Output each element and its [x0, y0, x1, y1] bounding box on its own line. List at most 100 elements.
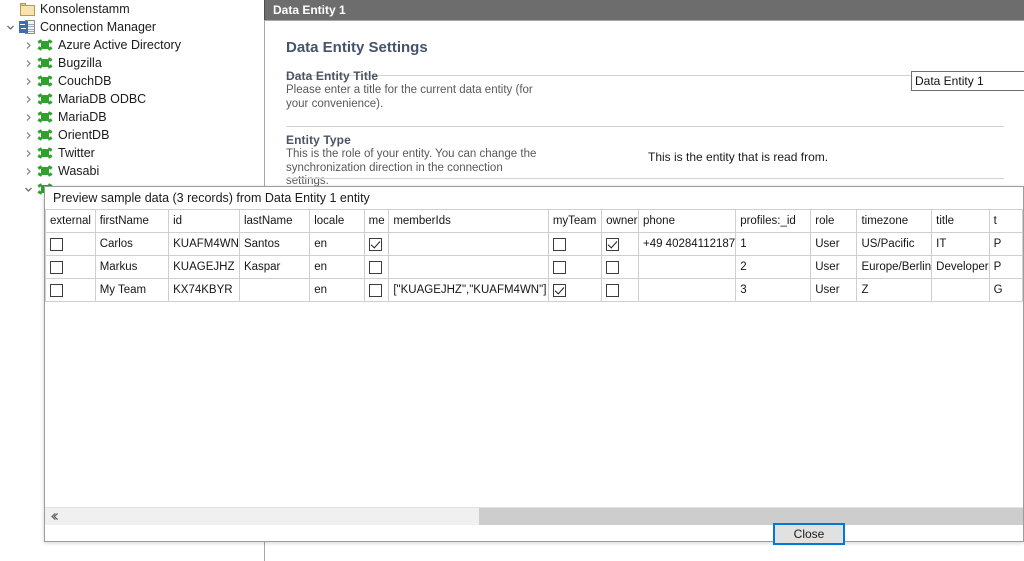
tree-item-couchdb[interactable]: CouchDB [0, 72, 264, 90]
cell-myTeam-checkbox[interactable] [548, 233, 601, 256]
chevron-down-icon[interactable] [21, 180, 36, 198]
tree-item-bugzilla[interactable]: Bugzilla [0, 54, 264, 72]
cell-me-checkbox[interactable] [364, 256, 389, 279]
cell-profiles_id[interactable]: 1 [736, 233, 811, 256]
column-header[interactable]: title [932, 210, 989, 233]
cell-t[interactable]: P [989, 233, 1022, 256]
preview-table-header: externalfirstNameidlastNamelocalememembe… [46, 210, 1023, 233]
chevron-right-icon[interactable] [21, 144, 36, 162]
cell-me-checkbox[interactable] [364, 233, 389, 256]
cell-title[interactable]: IT [932, 233, 989, 256]
section-desc-entity-type: This is the role of your entity. You can… [286, 148, 541, 189]
column-header[interactable]: t [989, 210, 1022, 233]
cell-role[interactable]: User [811, 233, 857, 256]
cell-lastName[interactable] [239, 279, 309, 302]
cell-external-checkbox[interactable] [46, 279, 96, 302]
sample-data-preview-dialog: Preview sample data (3 records) from Dat… [44, 186, 1024, 542]
cell-firstName[interactable]: Markus [95, 256, 168, 279]
cell-phone[interactable] [638, 256, 735, 279]
column-header[interactable]: phone [638, 210, 735, 233]
tree-item-azure-active-directory[interactable]: Azure Active Directory [0, 36, 264, 54]
cell-memberIds[interactable] [389, 233, 549, 256]
cell-owner-checkbox[interactable] [602, 233, 639, 256]
chevron-down-icon[interactable] [3, 18, 18, 36]
cell-timezone[interactable]: Europe/Berlin [857, 256, 932, 279]
data-entity-title-input[interactable] [911, 71, 1024, 91]
cell-id[interactable]: KUAGEJHZ [169, 256, 240, 279]
tree-twisty-placeholder [3, 0, 18, 18]
column-header[interactable]: profiles:_id [736, 210, 811, 233]
cell-external-checkbox[interactable] [46, 233, 96, 256]
cell-external-checkbox[interactable] [46, 256, 96, 279]
cell-me-checkbox[interactable] [364, 279, 389, 302]
preview-table-body: CarlosKUAFM4WNSantosen +49 402841121871Us… [46, 233, 1023, 302]
tree-item-twitter[interactable]: Twitter [0, 144, 264, 162]
cell-title[interactable]: Developer [932, 256, 989, 279]
tree-item-wasabi[interactable]: Wasabi [0, 162, 264, 180]
cell-firstName[interactable]: Carlos [95, 233, 168, 256]
table-header-row: externalfirstNameidlastNamelocalememembe… [46, 210, 1023, 233]
scrollbar-thumb[interactable] [479, 508, 1023, 525]
table-row[interactable]: MarkusKUAGEJHZKasparen 2UserEurope/Berlin… [46, 256, 1023, 279]
horizontal-scrollbar[interactable] [45, 507, 1023, 525]
cell-myTeam-checkbox[interactable] [548, 256, 601, 279]
cell-profiles_id[interactable]: 2 [736, 256, 811, 279]
table-row[interactable]: My TeamKX74KBYR en ["KUAGEJHZ","KUAFM4WN"]… [46, 279, 1023, 302]
cell-locale[interactable]: en [310, 256, 364, 279]
column-header[interactable]: role [811, 210, 857, 233]
scroll-left-button[interactable] [45, 508, 62, 525]
cell-firstName[interactable]: My Team [95, 279, 168, 302]
column-header[interactable]: me [364, 210, 389, 233]
tree-item-label: OrientDB [54, 128, 109, 142]
tree-item-orientdb[interactable]: OrientDB [0, 126, 264, 144]
cell-role[interactable]: User [811, 279, 857, 302]
column-header[interactable]: lastName [239, 210, 309, 233]
cell-t[interactable]: P [989, 256, 1022, 279]
cell-memberIds[interactable] [389, 256, 549, 279]
tree-item-mariadb-odbc[interactable]: MariaDB ODBC [0, 90, 264, 108]
column-header[interactable]: external [46, 210, 96, 233]
preview-grid-scroll-area[interactable]: externalfirstNameidlastNamelocalememembe… [45, 209, 1023, 519]
chevron-right-icon[interactable] [21, 72, 36, 90]
cell-lastName[interactable]: Kaspar [239, 256, 309, 279]
cell-t[interactable]: G [989, 279, 1022, 302]
cell-phone[interactable]: +49 40284112187 [638, 233, 735, 256]
folder-icon [18, 0, 36, 18]
column-header[interactable]: id [169, 210, 240, 233]
cell-timezone[interactable]: Z [857, 279, 932, 302]
tree-item-connection-manager[interactable]: Connection Manager [0, 18, 264, 36]
cell-locale[interactable]: en [310, 233, 364, 256]
column-header[interactable]: owner [602, 210, 639, 233]
cell-profiles_id[interactable]: 3 [736, 279, 811, 302]
tree-item-root[interactable]: Konsolenstamm [0, 0, 264, 18]
cell-lastName[interactable]: Santos [239, 233, 309, 256]
cell-owner-checkbox[interactable] [602, 256, 639, 279]
chevron-right-icon[interactable] [21, 126, 36, 144]
cell-locale[interactable]: en [310, 279, 364, 302]
cell-memberIds[interactable]: ["KUAGEJHZ","KUAFM4WN"] [389, 279, 549, 302]
cell-owner-checkbox[interactable] [602, 279, 639, 302]
cell-phone[interactable] [638, 279, 735, 302]
cell-timezone[interactable]: US/Pacific [857, 233, 932, 256]
cell-id[interactable]: KUAFM4WN [169, 233, 240, 256]
preview-data-table: externalfirstNameidlastNamelocalememembe… [45, 209, 1023, 302]
column-header[interactable]: memberIds [389, 210, 549, 233]
column-header[interactable]: locale [310, 210, 364, 233]
chevron-right-icon[interactable] [21, 162, 36, 180]
cell-role[interactable]: User [811, 256, 857, 279]
chevron-right-icon[interactable] [21, 36, 36, 54]
table-row[interactable]: CarlosKUAFM4WNSantosen +49 402841121871Us… [46, 233, 1023, 256]
chevron-right-icon[interactable] [21, 54, 36, 72]
column-header[interactable]: timezone [857, 210, 932, 233]
tree-item-label: CouchDB [54, 74, 112, 88]
plug-icon [36, 144, 54, 162]
cell-myTeam-checkbox[interactable] [548, 279, 601, 302]
chevron-right-icon[interactable] [21, 108, 36, 126]
chevron-right-icon[interactable] [21, 90, 36, 108]
close-button[interactable]: Close [773, 523, 845, 545]
column-header[interactable]: firstName [95, 210, 168, 233]
cell-id[interactable]: KX74KBYR [169, 279, 240, 302]
cell-title[interactable] [932, 279, 989, 302]
column-header[interactable]: myTeam [548, 210, 601, 233]
tree-item-mariadb[interactable]: MariaDB [0, 108, 264, 126]
